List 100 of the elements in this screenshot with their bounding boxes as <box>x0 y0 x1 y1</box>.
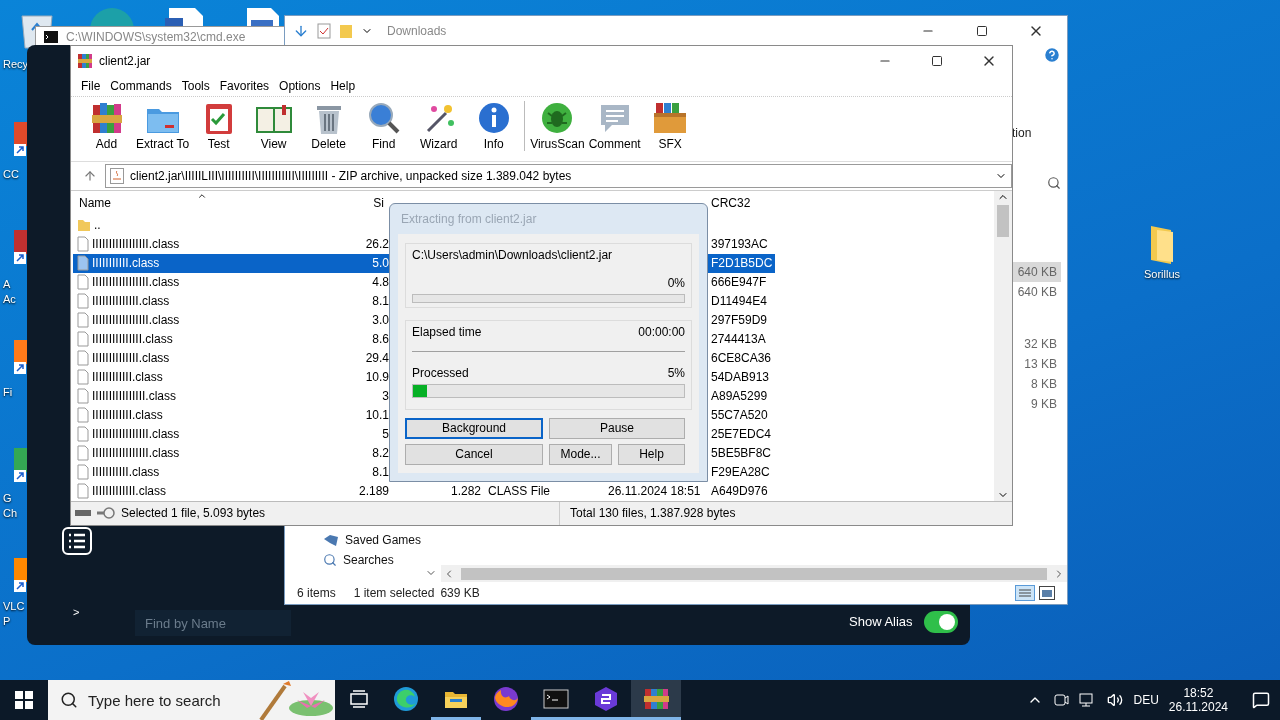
drive-icon <box>75 509 91 518</box>
dialog-button[interactable]: Pause <box>549 417 685 439</box>
file-icon <box>77 312 89 329</box>
column-header[interactable]: Si <box>327 196 390 211</box>
search-field[interactable]: Find by Name <box>135 610 291 636</box>
menu-item[interactable]: Options <box>274 76 326 95</box>
info-icon <box>476 100 511 135</box>
maximize-icon[interactable] <box>976 25 988 37</box>
nav-item[interactable]: Saved Games <box>323 533 441 547</box>
preview-view-icon[interactable] <box>1039 586 1055 600</box>
file-size: 10.1 <box>364 406 390 424</box>
file-icon <box>77 407 89 424</box>
vertical-scrollbar[interactable] <box>994 190 1012 501</box>
file-size: 4.8 <box>371 273 390 291</box>
address-field[interactable]: client2.jar\IIIIILIII\IIIIIIIIII\IIIIIIIIIII\IIIIIIIII - ZIP archive, unpacked size 1.389.042 bytes <box>105 163 1012 188</box>
column-label: tion <box>1012 126 1032 140</box>
scroll-thumb[interactable] <box>997 204 1009 237</box>
file-row[interactable]: IIIIIIIIIIIIII.class <box>73 348 327 368</box>
toolbar-button[interactable]: Test <box>191 100 247 155</box>
menu-item[interactable]: Favorites <box>214 76 275 95</box>
file-size: 5.0 <box>327 253 390 273</box>
notification-icon[interactable] <box>1252 691 1270 709</box>
help-icon[interactable] <box>1043 46 1061 64</box>
maximize-icon[interactable] <box>931 54 943 67</box>
dialog-button[interactable]: Background <box>405 417 543 439</box>
file-name: .. <box>94 218 101 233</box>
file-icon <box>77 388 89 405</box>
file-size: 5 <box>381 425 390 443</box>
file-row[interactable]: IIIIIIIIIIIII.class <box>73 481 327 501</box>
file-row[interactable]: IIIIIIIIIIII.class <box>73 405 327 425</box>
books-icon <box>643 686 669 711</box>
file-icon <box>77 331 89 348</box>
bug-icon <box>540 100 575 135</box>
file-row[interactable]: IIIIIIIIIIIIII.class <box>73 291 327 311</box>
file-icon <box>77 369 89 386</box>
toolbar-button[interactable]: Info <box>466 100 522 155</box>
search-icon[interactable] <box>1047 176 1061 190</box>
file-name: IIIIIIIIIIIIIIII.class <box>92 389 177 404</box>
menu-item[interactable]: Commands <box>105 76 177 95</box>
file-row[interactable]: IIIIIIIIIIIIIIIII.class <box>73 424 327 444</box>
file-row[interactable]: IIIIIIIIIIII.class <box>73 367 327 387</box>
column-header[interactable]: CRC32 <box>705 196 775 211</box>
file-size: 10.9 <box>364 368 390 386</box>
menu-item[interactable]: Help <box>325 76 361 95</box>
file-row[interactable]: IIIIIIIIIII.class <box>73 253 327 273</box>
file-row[interactable]: .. <box>73 215 327 235</box>
books-icon <box>89 100 124 135</box>
checksum: 297F59D9 <box>710 311 769 329</box>
toggle-switch[interactable] <box>924 611 958 633</box>
file-row[interactable]: IIIIIIIIIIIIIIIII.class <box>73 310 327 330</box>
checksum: 25E7EDC4 <box>710 425 773 443</box>
language-indicator[interactable]: DEU <box>1133 693 1159 707</box>
camera-icon[interactable] <box>1053 692 1070 708</box>
nav-item[interactable]: Searches <box>323 553 441 567</box>
checksum: 54DAB913 <box>710 368 771 386</box>
file-size: 13 KB <box>1023 356 1058 373</box>
icon-label: Ch <box>3 507 18 520</box>
dialog-button[interactable]: Mode... <box>549 443 612 465</box>
volume-icon[interactable] <box>1107 692 1124 708</box>
folder-icon <box>339 23 353 39</box>
taskbar-search[interactable]: Type here to search <box>48 680 335 720</box>
toolbar-button[interactable]: Comment <box>586 100 643 155</box>
column-header[interactable]: Name <box>73 196 327 211</box>
icon-label: Sorillus <box>1143 268 1181 281</box>
dialog-button[interactable]: Cancel <box>405 443 543 465</box>
file-row[interactable]: IIIIIIIIIIIIIIIII.class <box>73 234 327 254</box>
file-row[interactable]: IIIIIIIIIIIIIIII.class <box>73 386 327 406</box>
file-name: IIIIIIIIIIIIIII.class <box>92 332 173 347</box>
file-row[interactable]: IIIIIIIIIIIIIII.class <box>73 329 327 349</box>
toolbar-button[interactable]: VirusScan <box>528 100 587 155</box>
magnifier-icon <box>366 100 401 135</box>
checksum: 666E947F <box>710 273 768 291</box>
toolbar-button[interactable]: SFX <box>642 100 698 155</box>
file-name: IIIIIIIIIIIIIIIII.class <box>92 313 180 328</box>
status-text: Total 130 files, 1.387.928 bytes <box>569 506 736 521</box>
file-row[interactable]: IIIIIIIIIIIIIIIII.class <box>73 443 327 463</box>
folder-icon <box>77 218 91 233</box>
file-size: 640 KB <box>1013 262 1061 282</box>
hexagon-icon <box>593 685 619 712</box>
toolbar-button[interactable]: Wizard <box>411 100 467 155</box>
file-row[interactable]: IIIIIIIIIII.class <box>73 462 327 482</box>
menu-item[interactable]: File <box>76 76 106 95</box>
icon-label: P <box>3 615 11 628</box>
toolbar-button[interactable]: View <box>246 100 302 155</box>
file-name: IIIIIIIIIIIIII.class <box>92 294 170 309</box>
file-name: IIIIIIIIIII.class <box>92 256 160 271</box>
path-text: Downloads <box>387 24 447 38</box>
toolbar-button[interactable]: Delete <box>301 100 357 155</box>
toolbar-button[interactable]: Add <box>79 100 134 155</box>
key-icon <box>97 507 115 520</box>
clock[interactable]: 18:52 26.11.2024 <box>1168 686 1228 714</box>
toolbar-button[interactable]: Extract To <box>134 100 192 155</box>
percent-text: 0% <box>667 275 685 290</box>
window-title: C:\WINDOWS\system32\cmd.exe <box>66 30 246 44</box>
menu-item[interactable]: Tools <box>176 76 215 95</box>
toolbar-button[interactable]: Find <box>356 100 412 155</box>
file-row[interactable]: IIIIIIIIIIIIIIIII.class <box>73 272 327 292</box>
file-name: IIIIIIIIIIIIIIIII.class <box>92 427 180 442</box>
up-arrow-icon[interactable] <box>83 168 97 183</box>
dialog-button[interactable]: Help <box>618 443 685 465</box>
